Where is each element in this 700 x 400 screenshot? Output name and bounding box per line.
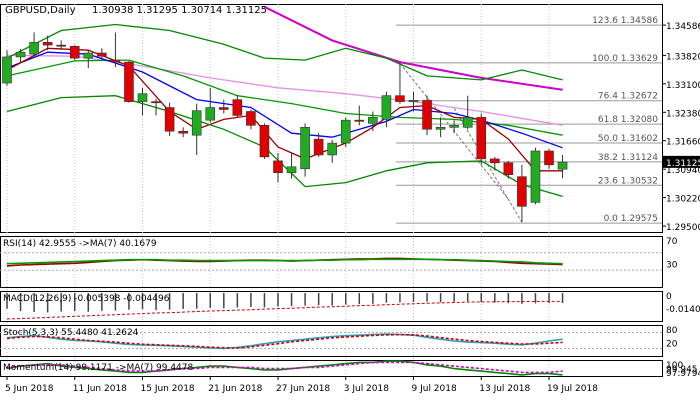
- price-tick-label: 1.34586: [666, 22, 700, 32]
- bull-candle: [435, 126, 446, 130]
- bull-candle: [300, 126, 310, 170]
- bull-candle: [205, 107, 216, 121]
- bear-candle: [422, 100, 432, 130]
- indicator-scale-label: 97.9794: [666, 369, 700, 379]
- bull-candle: [408, 100, 419, 102]
- indicator-label: Stoch(5,3,3) 55.4480 41.2624: [3, 328, 139, 338]
- indicator-label: Momentum(14) 99.1171 ->MA(7) 99.4478: [3, 363, 194, 373]
- date-label: 15 Jun 2018: [141, 384, 195, 394]
- indicator-scale-label: 30: [666, 261, 678, 271]
- indicator-scale-label: 20: [666, 340, 678, 350]
- bull-candle: [286, 166, 297, 174]
- date-label: 19 Jul 2018: [547, 384, 598, 394]
- indicator-label: RSI(14) 42.9555 ->MA(7) 40.1679: [3, 239, 157, 249]
- bear-candle: [42, 42, 53, 46]
- symbol-label: GBPUSD,Daily: [5, 5, 76, 16]
- bear-candle: [56, 44, 67, 47]
- price-tick-label: 1.32380: [666, 109, 700, 119]
- bear-candle: [489, 158, 500, 164]
- bear-candle: [354, 119, 365, 122]
- bear-candle: [259, 125, 270, 158]
- bull-candle: [462, 117, 473, 128]
- indicator-scale-label: 0: [666, 292, 672, 302]
- bull-candle: [2, 56, 12, 84]
- bear-candle: [178, 130, 188, 134]
- bear-candle: [273, 160, 283, 174]
- bull-candle: [191, 110, 202, 136]
- bear-candle: [503, 162, 514, 176]
- ohlc-readout: 1.30938 1.31295 1.30714 1.31125: [92, 5, 267, 16]
- bull-candle: [29, 42, 39, 55]
- date-label: 9 Jul 2018: [412, 384, 457, 394]
- fib-level-label: 23.6 1.30532: [598, 176, 658, 186]
- date-label: 5 Jun 2018: [5, 384, 54, 394]
- price-tick-label: 1.30220: [666, 195, 700, 205]
- bear-candle: [232, 99, 243, 116]
- price-tick-label: 1.31660: [666, 138, 700, 148]
- indicator-scale-label: 80: [666, 326, 678, 336]
- bear-candle: [544, 150, 554, 166]
- date-label: 11 Jun 2018: [73, 384, 127, 394]
- bear-candle: [246, 111, 256, 126]
- bull-candle: [449, 125, 459, 128]
- date-label: 3 Jul 2018: [344, 384, 389, 394]
- fib-level-label: 38.2 1.31124: [598, 153, 658, 163]
- price-tick-label: 1.29500: [666, 223, 700, 233]
- price-tick-label: 1.33100: [666, 81, 700, 91]
- bull-candle: [530, 150, 541, 203]
- price-tick-label: 1.33820: [666, 52, 700, 62]
- bull-candle: [83, 52, 94, 59]
- bull-candle: [327, 142, 338, 156]
- date-label: 21 Jun 2018: [208, 384, 262, 394]
- bull-candle: [137, 93, 148, 102]
- bear-candle: [69, 45, 80, 59]
- bear-candle: [164, 107, 175, 132]
- bear-candle: [313, 138, 324, 156]
- bear-candle: [219, 107, 229, 110]
- date-label: 13 Jul 2018: [479, 384, 530, 394]
- current-price-label: 1.31125: [666, 159, 700, 169]
- bear-candle: [476, 117, 487, 160]
- bull-candle: [340, 119, 351, 144]
- bull-candle: [557, 161, 568, 170]
- fib-level-label: 50.0 1.31602: [598, 134, 658, 144]
- indicator-scale-label: -0.014085: [666, 305, 700, 315]
- fib-level-label: 100.0 1.33629: [592, 54, 658, 64]
- fib-level-label: 76.4 1.32672: [598, 92, 658, 102]
- fib-level-label: 0.0 1.29575: [604, 214, 658, 224]
- date-label: 27 Jun 2018: [276, 384, 330, 394]
- bear-candle: [151, 101, 161, 104]
- bear-candle: [517, 176, 527, 207]
- fib-level-label: 123.6 1.34586: [592, 16, 658, 26]
- bear-candle: [110, 59, 121, 63]
- fib-level-label: 61.8 1.32080: [598, 115, 658, 125]
- bear-candle: [124, 61, 134, 102]
- bear-candle: [395, 95, 405, 102]
- gbpusd-daily-chart: 123.6 1.34586 100.0 1.33629 76.4 1.32672 61…: [0, 0, 700, 400]
- bull-candle: [381, 95, 392, 120]
- indicator-scale-label: 70: [666, 237, 678, 247]
- bear-candle: [97, 52, 107, 57]
- bull-candle: [368, 117, 378, 124]
- bull-candle: [15, 51, 26, 58]
- indicator-label: MACD(12,26,9) -0.005398 -0.004496: [3, 294, 170, 304]
